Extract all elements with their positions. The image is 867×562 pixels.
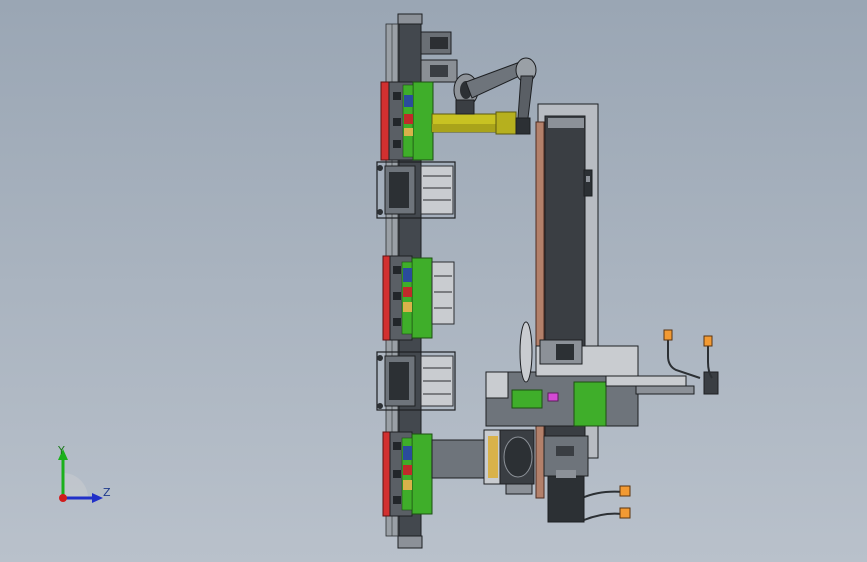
column-sensor [583, 169, 593, 197]
blue-block-3 [403, 268, 412, 282]
fixture-window-2 [389, 172, 409, 208]
slot-1c [393, 140, 401, 148]
bottom-motors [431, 429, 589, 523]
column-top-block [548, 118, 584, 128]
slot-3a [393, 266, 401, 274]
red-rail-1 [380, 81, 390, 161]
red-block-5 [403, 465, 412, 475]
cable-1 [667, 336, 701, 379]
red-block-3 [403, 287, 412, 297]
connector-1 [663, 329, 673, 341]
fixture-side-2 [420, 165, 454, 215]
blue-block-5 [403, 446, 412, 460]
red-block-1 [404, 114, 413, 124]
motor-right-label [556, 446, 574, 456]
triad-quarter-arc [63, 473, 88, 498]
spindle-core [556, 344, 574, 360]
slot-5b [393, 470, 401, 478]
conveyor-bottom-cap [397, 535, 423, 549]
red-rail-5 [382, 431, 391, 517]
station-module-5 [382, 431, 433, 517]
robot-forearm [517, 75, 534, 119]
disk-wheel [519, 321, 533, 383]
green-plate-5 [411, 433, 433, 515]
yellow-block-5 [403, 480, 412, 490]
stage-left-block [485, 371, 509, 399]
slot-3c [393, 318, 401, 326]
boom-end-cap [495, 111, 517, 135]
fixture-bolt-4b [377, 355, 383, 361]
connector-4 [619, 507, 631, 519]
fixture-bolt-2b [377, 165, 383, 171]
station-module-3 [382, 255, 455, 341]
top-clamp-block-inner [430, 37, 448, 49]
copper-rail [535, 121, 545, 499]
green-carrier-small [511, 389, 543, 409]
fixture-bolt-2a [377, 209, 383, 215]
stage-rail [605, 375, 687, 387]
motor-right-cap [556, 470, 576, 478]
slot-5a [393, 442, 401, 450]
yellow-block-3 [403, 302, 412, 312]
motor-left-flange [488, 436, 498, 478]
slot-5c [393, 496, 401, 504]
green-plate-3 [411, 257, 433, 339]
fixture-bolt-4a [377, 403, 383, 409]
slot-3b [393, 292, 401, 300]
conveyor-top-cap [397, 13, 423, 25]
upper-drive-window [430, 65, 448, 77]
fixture-window-4 [389, 362, 409, 400]
green-plate-1 [412, 81, 434, 161]
blue-block-1 [404, 95, 413, 107]
magenta-tag [547, 392, 559, 402]
cable-4 [583, 512, 623, 521]
cad-assembly-view: Y Z [57, 13, 719, 549]
cable-3 [581, 490, 625, 499]
horizontal-stage [485, 321, 719, 427]
side-fixture-3 [431, 261, 455, 325]
green-carrier [573, 381, 607, 427]
triad-z-label: Z [103, 486, 111, 499]
slot-1a [393, 92, 401, 100]
motor-base [505, 483, 533, 495]
coordinate-triad: Y Z [57, 444, 111, 503]
connector-3 [619, 485, 631, 497]
connector-2 [703, 335, 713, 347]
lower-beam [431, 439, 485, 479]
motor-left-face [503, 436, 533, 478]
robot-gripper [515, 117, 531, 135]
yellow-block-1 [404, 128, 413, 136]
station-module-1 [380, 81, 434, 161]
red-rail-3 [382, 255, 391, 341]
column-sensor-light [586, 176, 590, 182]
slot-1b [393, 118, 401, 126]
triad-origin [59, 494, 67, 502]
motor-right-body [547, 475, 585, 523]
robot-wrist [455, 99, 475, 115]
triad-z-arrow [92, 493, 103, 503]
triad-y-label: Y [57, 444, 65, 457]
stage-guide [635, 385, 695, 395]
